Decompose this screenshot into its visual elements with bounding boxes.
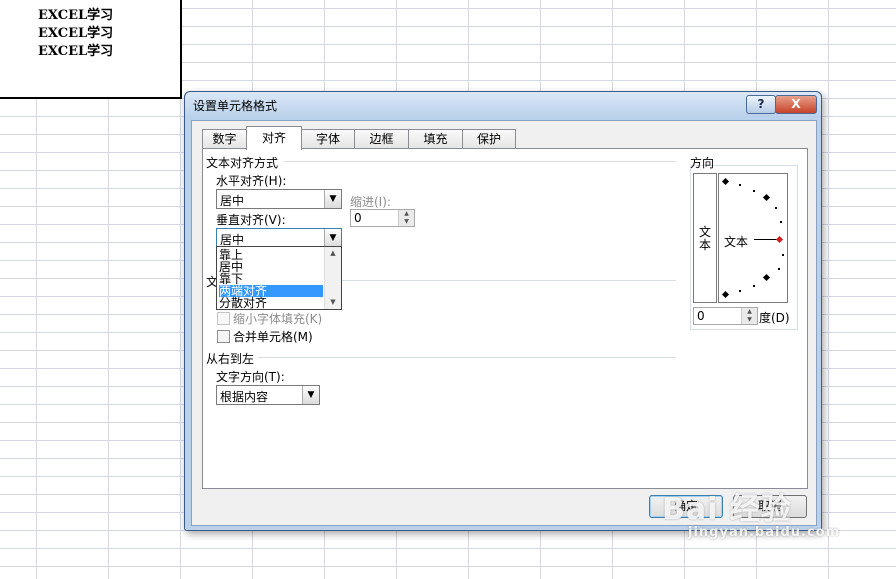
horizontal-align-value: 居中 xyxy=(220,194,245,208)
group-divider xyxy=(284,161,676,162)
dial-tick xyxy=(782,254,784,256)
vertical-text-button[interactable]: 文本 xyxy=(693,173,717,303)
tab-protection[interactable]: 保护 xyxy=(462,129,516,149)
merge-cells-checkbox[interactable] xyxy=(217,330,230,343)
dial-tick xyxy=(778,268,780,270)
dialog-title: 设置单元格格式 xyxy=(193,99,278,113)
spin-up-icon[interactable]: ▲ xyxy=(398,210,414,218)
chevron-down-icon[interactable]: ▼ xyxy=(324,229,341,247)
scroll-up-icon[interactable]: ▲ xyxy=(325,247,341,260)
dropdown-option-distributed[interactable]: 分散对齐 xyxy=(219,297,323,309)
watermark-main: Bai 经验 xyxy=(662,492,792,527)
rtl-group-label: 从右到左 xyxy=(206,352,255,366)
baidu-watermark: Bai 经验 jingyan.baidu.com xyxy=(662,494,840,540)
indent-label: 缩进(I): xyxy=(350,195,391,209)
group-divider xyxy=(258,357,676,358)
dial-text-sample: 文本 xyxy=(724,235,749,249)
tab-alignment[interactable]: 对齐 xyxy=(246,126,302,150)
degrees-stepper[interactable]: 0 ▲ ▼ xyxy=(693,307,758,325)
dial-marker xyxy=(721,177,730,186)
merge-cells-label: 合并单元格(M) xyxy=(233,330,313,344)
text-direction-value: 根据内容 xyxy=(220,390,269,404)
tab-number[interactable]: 数字 xyxy=(202,129,247,149)
watermark-sub: jingyan.baidu.com xyxy=(688,525,841,540)
cell-text: EXCEL学习 xyxy=(38,8,114,23)
tab-fill[interactable]: 填充 xyxy=(408,129,463,149)
cell-text: EXCEL学习 xyxy=(38,26,114,41)
orientation-group-label: 方向 xyxy=(690,156,715,170)
tab-border[interactable]: 边框 xyxy=(354,129,409,149)
dial-marker xyxy=(762,193,771,202)
horizontal-align-select[interactable]: 居中 ▼ xyxy=(216,189,342,209)
dial-tick xyxy=(753,285,755,287)
spin-down-icon[interactable]: ▼ xyxy=(398,218,414,226)
dial-marker xyxy=(762,273,771,282)
selected-cell-range[interactable]: EXCEL学习 EXCEL学习 EXCEL学习 xyxy=(0,0,182,99)
vertical-align-select[interactable]: 居中 ▼ xyxy=(216,228,342,248)
cell-text: EXCEL学习 xyxy=(38,44,114,59)
close-button[interactable]: X xyxy=(775,95,817,114)
indent-stepper[interactable]: 0 ▲ ▼ xyxy=(350,209,415,227)
dial-needle xyxy=(754,239,778,240)
shrink-to-fit-label: 缩小字体填充(K) xyxy=(233,312,323,326)
help-button[interactable]: ? xyxy=(746,95,776,114)
chevron-down-icon[interactable]: ▼ xyxy=(324,190,341,208)
dial-tick xyxy=(739,184,741,186)
dialog-titlebar[interactable]: 设置单元格格式 ? X xyxy=(185,92,821,116)
indent-value: 0 xyxy=(354,211,362,225)
chevron-down-icon[interactable]: ▼ xyxy=(302,386,319,404)
shrink-to-fit-checkbox[interactable] xyxy=(217,312,230,325)
dial-tick xyxy=(780,221,782,223)
text-direction-label: 文字方向(T): xyxy=(216,370,285,384)
dial-handle[interactable] xyxy=(775,235,784,244)
text-alignment-group-label: 文本对齐方式 xyxy=(206,156,279,170)
degrees-value: 0 xyxy=(697,309,705,323)
vertical-text-sample: 文本 xyxy=(698,225,711,252)
vertical-align-label: 垂直对齐(V): xyxy=(216,213,286,227)
dial-tick xyxy=(739,290,741,292)
degrees-label: 度(D) xyxy=(759,311,790,325)
orientation-dial[interactable]: 文本 xyxy=(718,173,788,303)
spin-up-icon[interactable]: ▲ xyxy=(741,308,757,316)
dropdown-scrollbar[interactable]: ▲ ▼ xyxy=(324,247,341,309)
dial-tick xyxy=(753,190,755,192)
dial-tick xyxy=(775,207,777,209)
vertical-align-dropdown-list: 靠上 居中 靠下 两端对齐 分散对齐 ▲ ▼ xyxy=(216,246,342,310)
dial-marker xyxy=(721,290,730,299)
spin-down-icon[interactable]: ▼ xyxy=(741,316,757,324)
horizontal-align-label: 水平对齐(H): xyxy=(216,174,287,188)
scroll-down-icon[interactable]: ▼ xyxy=(325,296,341,309)
text-direction-select[interactable]: 根据内容 ▼ xyxy=(216,385,320,405)
tab-font[interactable]: 字体 xyxy=(301,129,355,149)
